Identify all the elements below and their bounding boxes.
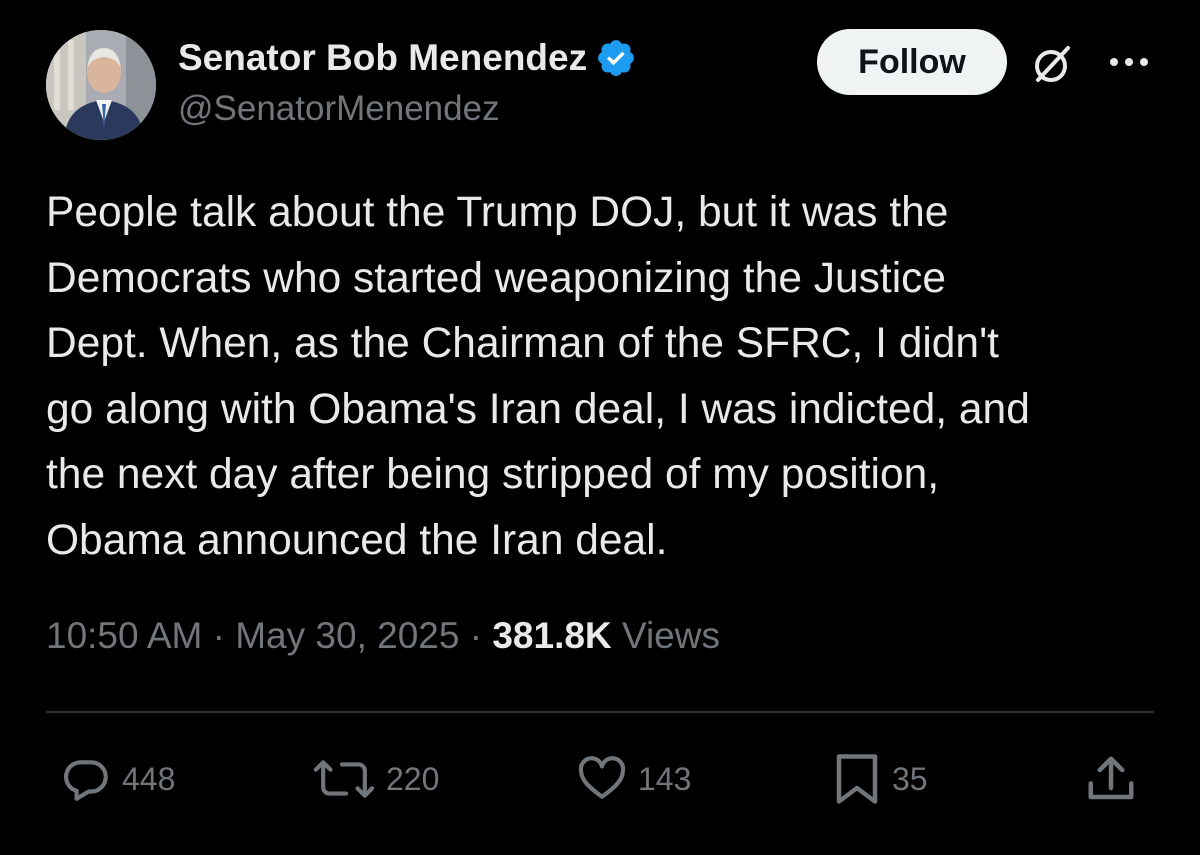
meta-separator: · xyxy=(469,615,483,656)
like-button[interactable]: 143 xyxy=(576,752,691,806)
avatar[interactable] xyxy=(46,30,156,140)
more-icon[interactable] xyxy=(1108,55,1150,69)
grok-icon[interactable] xyxy=(1030,44,1072,86)
reply-button[interactable]: 448 xyxy=(62,752,175,806)
share-button[interactable] xyxy=(1084,752,1138,806)
reply-count: 448 xyxy=(122,760,176,797)
repost-count: 220 xyxy=(386,760,440,797)
tweet-time[interactable]: 10:50 AM xyxy=(46,615,202,656)
tweet-text: People talk about the Trump DOJ, but it … xyxy=(46,189,1030,564)
verified-badge-icon xyxy=(595,37,637,79)
display-name[interactable]: Senator Bob Menendez xyxy=(178,37,587,79)
display-name-row[interactable]: Senator Bob Menendez xyxy=(178,37,637,79)
tweet-date[interactable]: May 30, 2025 xyxy=(235,615,459,656)
repost-button[interactable]: 220 xyxy=(312,752,439,806)
bookmark-icon xyxy=(836,754,878,804)
reply-icon xyxy=(64,760,108,801)
tweet-meta: 10:50 AM · May 30, 2025 · 381.8K Views xyxy=(46,615,720,657)
views-label: Views xyxy=(621,615,720,656)
meta-separator: · xyxy=(212,615,225,656)
views-count: 381.8K xyxy=(492,615,612,656)
divider xyxy=(46,711,1154,713)
like-count: 143 xyxy=(638,760,692,797)
repost-icon xyxy=(313,760,375,798)
share-icon xyxy=(1088,756,1134,800)
handle[interactable]: @SenatorMenendez xyxy=(178,89,500,129)
bookmark-button[interactable]: 35 xyxy=(832,752,928,806)
heart-icon xyxy=(578,756,626,799)
bookmark-count: 35 xyxy=(892,760,928,797)
follow-button[interactable]: Follow xyxy=(817,29,1007,95)
